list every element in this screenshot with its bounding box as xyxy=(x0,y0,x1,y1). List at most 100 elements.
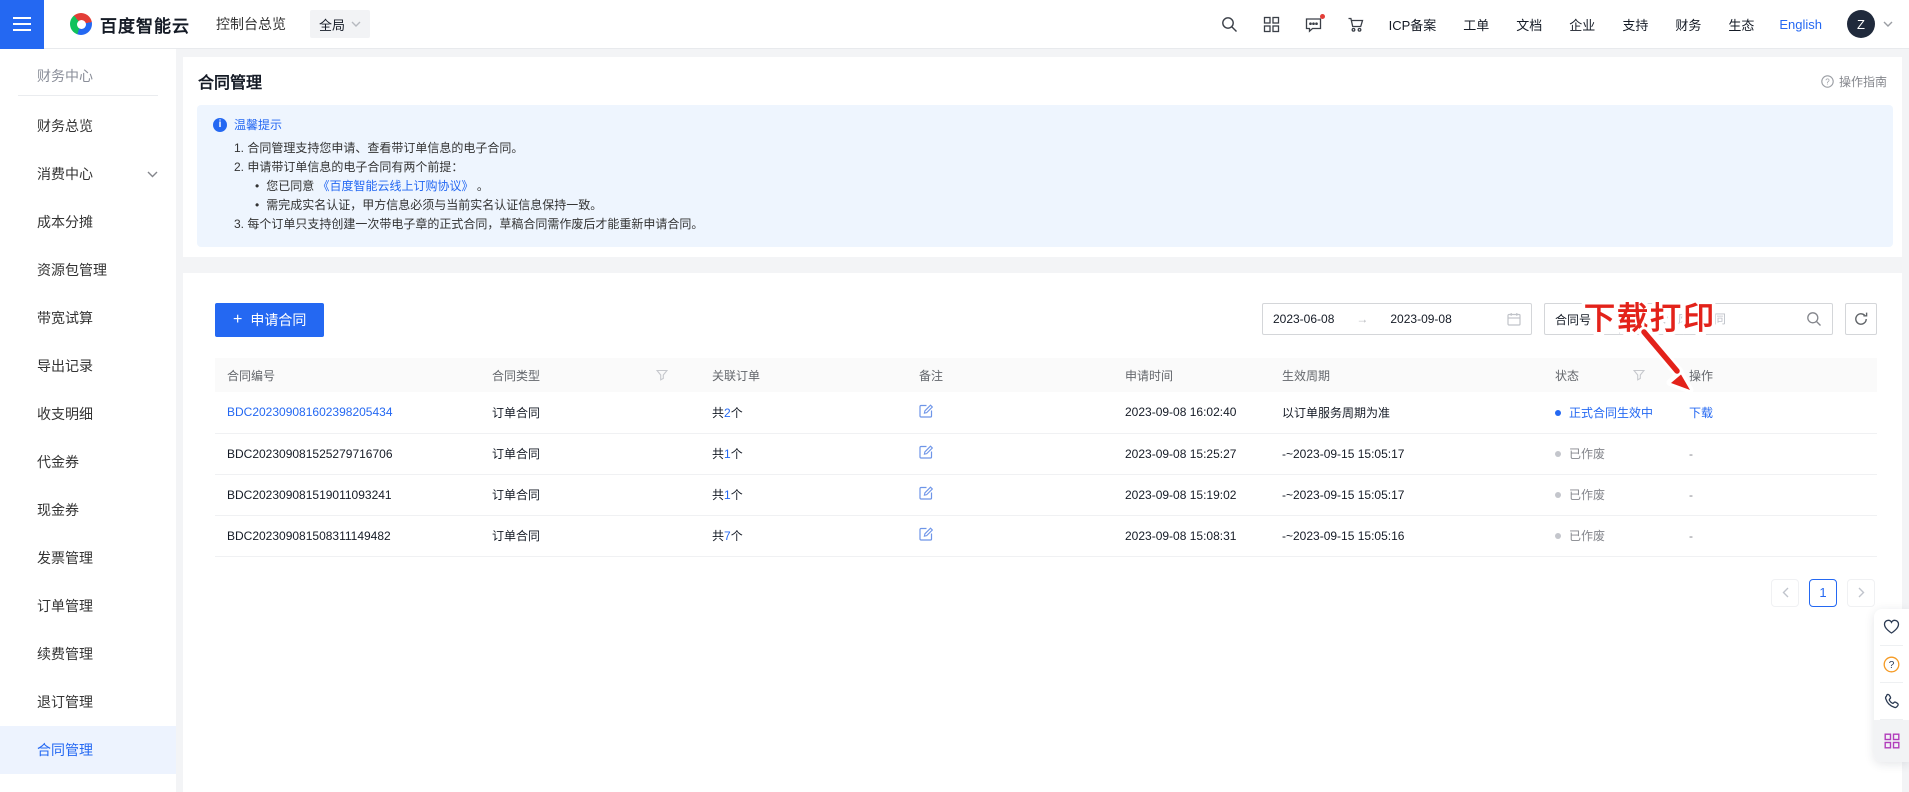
status-badge: 已作废 xyxy=(1569,488,1605,502)
contract-id-link: BDC202309081508311149482 xyxy=(227,529,391,543)
orders-count[interactable]: 1 xyxy=(724,488,731,502)
filter-icon[interactable] xyxy=(656,369,668,384)
edit-note-icon[interactable] xyxy=(919,486,933,500)
date-from[interactable]: 2023-06-08 xyxy=(1273,312,1334,326)
sidebar-item-3[interactable]: 资源包管理 xyxy=(0,246,176,294)
sidebar-item-label: 收支明细 xyxy=(37,404,158,424)
edit-note-icon[interactable] xyxy=(919,404,933,418)
orders-suffix: 个 xyxy=(731,529,743,543)
console-overview-link[interactable]: 控制台总览 xyxy=(216,14,286,34)
contract-type: 订单合同 xyxy=(492,488,540,502)
sidebar-item-label: 消费中心 xyxy=(37,164,147,184)
nav-link-5[interactable]: 财务 xyxy=(1675,15,1701,34)
column-header: 合同编号 xyxy=(215,358,480,392)
contract-id-link[interactable]: BDC202309081602398205434 xyxy=(227,405,393,419)
orders-suffix: 个 xyxy=(731,406,743,420)
apply-time: 2023-09-08 16:02:40 xyxy=(1125,405,1236,419)
chevron-down-icon xyxy=(351,21,361,27)
notice-bullet-1: •您已同意 《百度智能云线上订购协议》 。 xyxy=(213,177,1877,196)
sidebar-item-1[interactable]: 消费中心 xyxy=(0,150,176,198)
nav-link-3[interactable]: 企业 xyxy=(1569,15,1595,34)
sidebar-item-6[interactable]: 收支明细 xyxy=(0,390,176,438)
row-action[interactable]: 下载 xyxy=(1689,406,1713,420)
table-row: BDC202309081519011093241 订单合同 共1个 2023-0… xyxy=(215,474,1877,515)
top-header: 百度智能云 控制台总览 全局 ICP备案 工单 文档 企业 支持 财务 生态 English xyxy=(0,0,1909,49)
current-page-button[interactable]: 1 xyxy=(1809,579,1837,607)
mini-apps-icon[interactable] xyxy=(1874,720,1909,762)
title-row: 合同管理 ? 操作指南 xyxy=(183,57,1902,103)
language-switch-link[interactable]: English xyxy=(1779,17,1822,32)
region-selector[interactable]: 全局 xyxy=(310,10,370,38)
notice-line-2: 2. 申请带订单信息的电子合同有两个前提： xyxy=(213,158,1877,177)
edit-note-icon[interactable] xyxy=(919,527,933,541)
sidebar-item-5[interactable]: 导出记录 xyxy=(0,342,176,390)
apply-contract-button[interactable]: + 申请合同 xyxy=(215,303,324,337)
cart-icon[interactable] xyxy=(1347,16,1364,33)
column-header: 合同类型 xyxy=(480,358,700,392)
chevron-down-icon[interactable] xyxy=(1883,21,1893,27)
apps-grid-icon[interactable] xyxy=(1263,16,1280,33)
sidebar: 财务中心 财务总览 消费中心 成本分摊 资源包管理 带宽试算 导出记录 收支 xyxy=(0,49,176,792)
date-range-picker[interactable]: 2023-06-08 → 2023-09-08 xyxy=(1262,303,1532,335)
edit-note-icon[interactable] xyxy=(919,445,933,459)
nav-link-4[interactable]: 支持 xyxy=(1622,15,1648,34)
sidebar-item-12[interactable]: 退订管理 xyxy=(0,678,176,726)
notice-line-3: 3. 每个订单只支持创建一次带电子章的正式合同，草稿合同需作废后才能重新申请合同… xyxy=(213,215,1877,234)
notice-box: i 温馨提示 1. 合同管理支持您申请、查看带订单信息的电子合同。 2. 申请带… xyxy=(197,105,1893,247)
refresh-button[interactable] xyxy=(1845,303,1877,335)
hamburger-menu-button[interactable] xyxy=(0,0,44,49)
pagination: 1 xyxy=(215,579,1875,607)
notice-line-1: 1. 合同管理支持您申请、查看带订单信息的电子合同。 xyxy=(213,139,1877,158)
sidebar-divider xyxy=(18,95,158,96)
search-button[interactable] xyxy=(1796,304,1832,334)
sidebar-item-4[interactable]: 带宽试算 xyxy=(0,294,176,342)
orders-count[interactable]: 1 xyxy=(724,447,731,461)
orders-prefix: 共 xyxy=(712,529,724,543)
status-badge: 已作废 xyxy=(1569,447,1605,461)
orders-prefix: 共 xyxy=(712,488,724,502)
sidebar-item-9[interactable]: 发票管理 xyxy=(0,534,176,582)
brand-logo[interactable]: 百度智能云 xyxy=(70,12,190,37)
chevron-right-icon xyxy=(1858,587,1865,598)
sidebar-item-11[interactable]: 续费管理 xyxy=(0,630,176,678)
sidebar-item-label: 续费管理 xyxy=(37,644,158,664)
nav-link-6[interactable]: 生态 xyxy=(1728,15,1754,34)
status-badge: 正式合同生效中 xyxy=(1569,406,1653,420)
sidebar-menu: 财务总览 消费中心 成本分摊 资源包管理 带宽试算 导出记录 收支明细 xyxy=(0,102,176,774)
sidebar-item-10[interactable]: 订单管理 xyxy=(0,582,176,630)
agreement-link[interactable]: 《百度智能云线上订购协议》 xyxy=(318,179,474,193)
body-row: 财务中心 财务总览 消费中心 成本分摊 资源包管理 带宽试算 导出记录 收支 xyxy=(0,49,1909,792)
status-dot xyxy=(1555,533,1561,539)
favorite-icon[interactable] xyxy=(1874,609,1909,645)
main-content: 合同管理 ? 操作指南 i 温馨提示 1. 合同管理支持您申请、查看带订单信息的… xyxy=(176,49,1909,792)
sidebar-item-2[interactable]: 成本分摊 xyxy=(0,198,176,246)
avatar[interactable]: Z xyxy=(1847,10,1875,38)
help-icon[interactable]: ? xyxy=(1874,646,1909,682)
nav-link-0[interactable]: ICP备案 xyxy=(1389,15,1437,34)
status-badge: 已作废 xyxy=(1569,529,1605,543)
baidu-cloud-logo-icon xyxy=(70,13,92,35)
apply-time: 2023-09-08 15:25:27 xyxy=(1125,447,1236,461)
toolbar-right: 2023-06-08 → 2023-09-08 合同号 xyxy=(1262,303,1877,335)
sidebar-item-label: 退订管理 xyxy=(37,692,158,712)
contact-icon[interactable] xyxy=(1874,683,1909,719)
sidebar-item-8[interactable]: 现金券 xyxy=(0,486,176,534)
column-header: 生效周期 xyxy=(1270,358,1543,392)
orders-count[interactable]: 7 xyxy=(724,529,731,543)
sidebar-item-13[interactable]: 合同管理 xyxy=(0,726,176,774)
search-icon[interactable] xyxy=(1221,16,1238,33)
date-to[interactable]: 2023-09-08 xyxy=(1390,312,1451,326)
next-page-button[interactable] xyxy=(1847,579,1875,607)
annotation-arrow xyxy=(1620,324,1710,399)
status-dot xyxy=(1555,451,1561,457)
nav-link-2[interactable]: 文档 xyxy=(1516,15,1542,34)
orders-count[interactable]: 2 xyxy=(724,406,731,420)
operation-guide-link[interactable]: ? 操作指南 xyxy=(1821,73,1887,90)
prev-page-button[interactable] xyxy=(1771,579,1799,607)
sidebar-item-0[interactable]: 财务总览 xyxy=(0,102,176,150)
nav-link-1[interactable]: 工单 xyxy=(1463,15,1489,34)
effective-period: -~2023-09-15 15:05:17 xyxy=(1282,488,1404,502)
message-icon[interactable] xyxy=(1305,16,1322,33)
sidebar-item-7[interactable]: 代金券 xyxy=(0,438,176,486)
notice-bullet-2: •需完成实名认证，甲方信息必须与当前实名认证信息保持一致。 xyxy=(213,196,1877,215)
